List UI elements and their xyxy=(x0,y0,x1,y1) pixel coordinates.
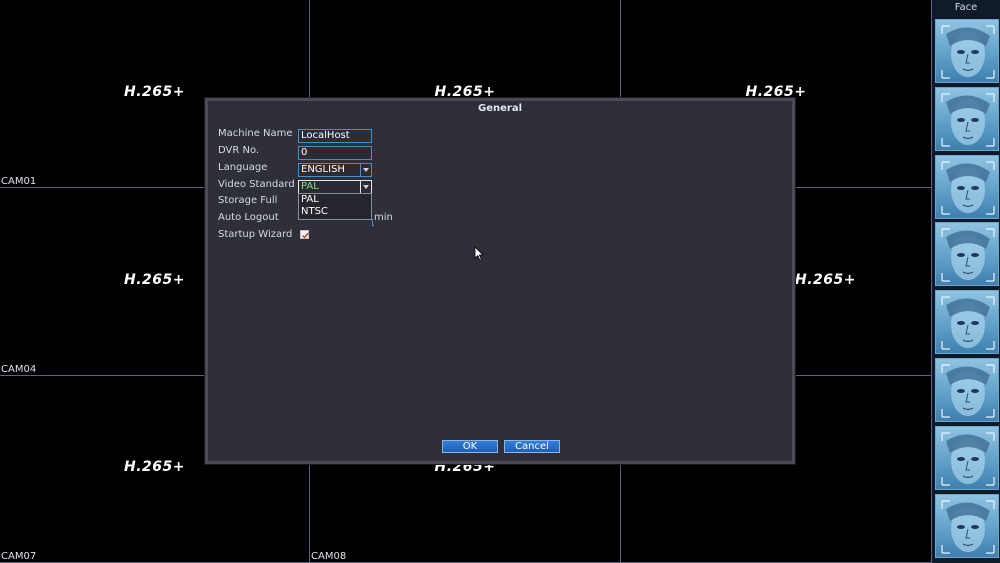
face-thumbnail[interactable] xyxy=(935,222,999,287)
camera-label: CAM08 xyxy=(311,551,347,562)
face-icon xyxy=(941,25,995,79)
face-icon xyxy=(941,93,995,147)
startup-wizard-checkbox[interactable] xyxy=(300,230,309,239)
camera-label: CAM04 xyxy=(1,364,37,375)
video-standard-dropdown: PAL NTSC xyxy=(298,193,372,220)
ok-button[interactable]: OK xyxy=(442,440,498,453)
video-standard-select[interactable]: PAL xyxy=(298,180,372,194)
face-thumbnail[interactable] xyxy=(935,290,999,355)
storage-full-label: Storage Full xyxy=(218,195,278,206)
video-standard-label: Video Standard xyxy=(218,179,295,190)
checkmark-icon xyxy=(302,232,309,239)
face-panel-title: Face xyxy=(954,2,978,13)
auto-logout-unit: min xyxy=(374,212,393,223)
general-settings-dialog: General Machine Name LocalHost DVR No. 0… xyxy=(205,98,795,464)
language-value: ENGLISH xyxy=(301,164,345,175)
startup-wizard-label: Startup Wizard xyxy=(218,229,293,240)
face-icon xyxy=(941,228,995,282)
face-panel: Face xyxy=(932,0,1000,563)
face-icon xyxy=(941,364,995,418)
camera-label: CAM01 xyxy=(1,176,37,187)
face-icon xyxy=(941,499,995,554)
language-label: Language xyxy=(218,162,268,173)
language-select[interactable]: ENGLISH xyxy=(298,163,372,177)
face-thumbnail[interactable] xyxy=(935,86,999,151)
face-icon xyxy=(941,296,995,350)
dropdown-option-ntsc[interactable]: NTSC xyxy=(299,206,371,218)
face-thumbnail[interactable] xyxy=(935,358,999,422)
face-thumbnail[interactable] xyxy=(935,154,999,219)
face-thumbnail[interactable] xyxy=(935,425,999,490)
dvr-no-label: DVR No. xyxy=(218,145,260,156)
video-standard-value: PAL xyxy=(301,181,319,192)
machine-name-label: Machine Name xyxy=(218,128,293,139)
face-thumbnail[interactable] xyxy=(935,493,999,558)
chevron-down-icon[interactable] xyxy=(360,181,371,193)
machine-name-input[interactable]: LocalHost xyxy=(298,129,372,143)
face-icon xyxy=(941,160,995,215)
dvr-no-input[interactable]: 0 xyxy=(298,146,372,160)
face-thumbnail[interactable] xyxy=(935,19,999,83)
dialog-title: General xyxy=(478,103,522,114)
mouse-cursor-icon xyxy=(474,246,484,261)
camera-label: CAM07 xyxy=(1,551,37,562)
chevron-down-icon[interactable] xyxy=(360,164,371,176)
auto-logout-label: Auto Logout xyxy=(218,212,279,223)
dropdown-option-pal[interactable]: PAL xyxy=(299,194,371,206)
cancel-button[interactable]: Cancel xyxy=(504,440,560,453)
face-icon xyxy=(941,432,995,486)
codec-label: H.265+ xyxy=(795,271,856,288)
